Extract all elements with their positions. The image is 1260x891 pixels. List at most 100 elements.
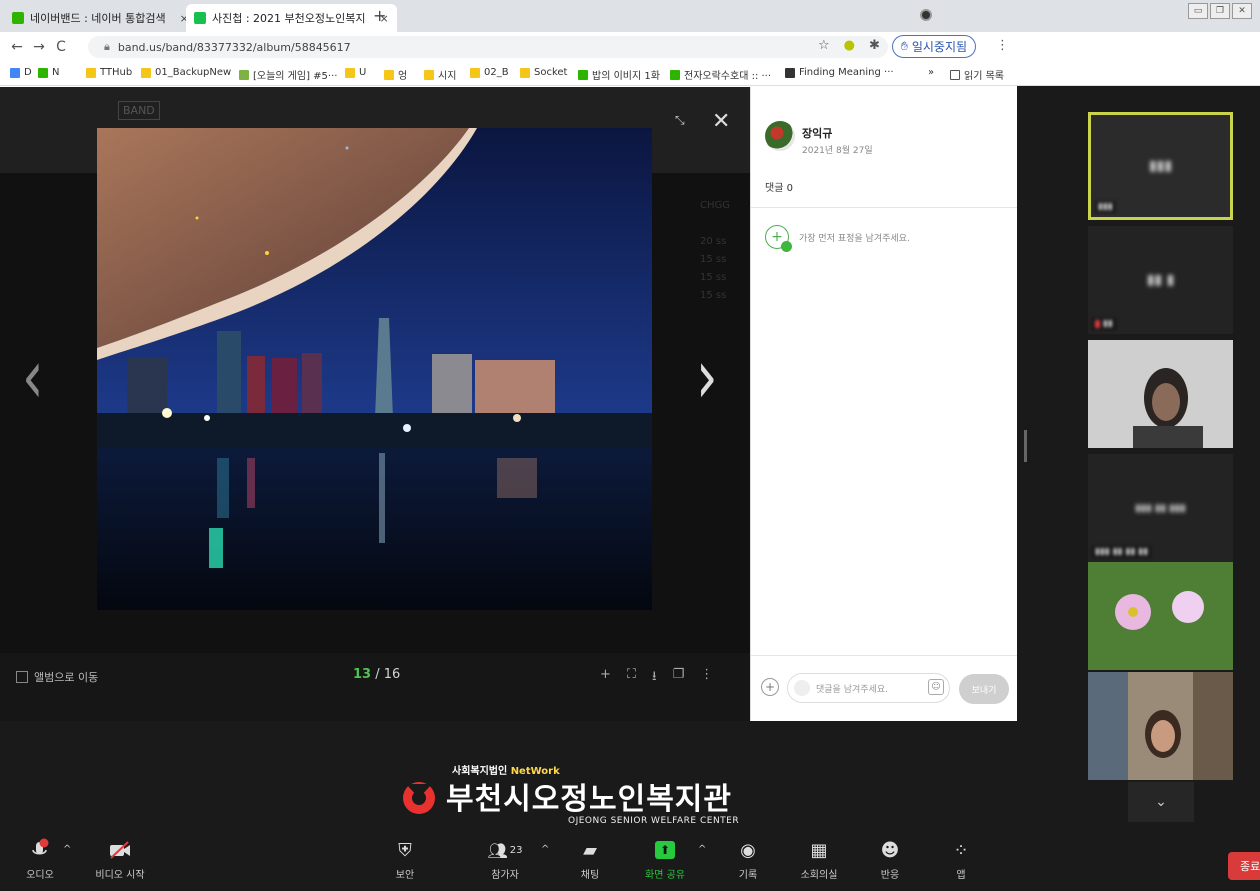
participant-name: ▮▮▮ ▮▮ ▮▮ ▮▮ xyxy=(1092,546,1152,558)
close-viewer-icon[interactable]: ✕ xyxy=(712,109,730,134)
bookmark-label: Socket xyxy=(534,67,568,78)
author-avatar[interactable] xyxy=(765,121,795,151)
attach-plus-icon[interactable]: + xyxy=(761,678,779,696)
video-label: 비디오 시작 xyxy=(95,870,145,881)
folder-icon xyxy=(345,67,355,78)
bookmark-item[interactable]: TTHub xyxy=(86,67,132,78)
participant-tile-active[interactable]: ▮▮▮ ▮▮▮ xyxy=(1088,112,1233,220)
bookmark-star-icon[interactable]: ☆ xyxy=(818,38,830,53)
url-text: band.us/band/83377332/album/58845617 xyxy=(117,40,351,54)
bookmark-item[interactable]: 시지 xyxy=(424,67,456,82)
participant-tile-video[interactable] xyxy=(1088,562,1233,670)
previous-photo-icon[interactable]: ‹ xyxy=(22,332,44,420)
video-button[interactable]: 비디오 시작 xyxy=(85,836,155,881)
participant-name: ▮▮ xyxy=(1092,318,1116,330)
zoom-in-icon[interactable]: + xyxy=(600,667,611,689)
apps-label: 앱 xyxy=(956,870,966,881)
bookmark-item[interactable]: U xyxy=(345,67,366,78)
share-screen-button[interactable]: ⬆ 화면 공유 xyxy=(630,836,700,881)
bookmark-item[interactable]: 01_BackupNew xyxy=(141,67,231,78)
next-photo-icon[interactable]: › xyxy=(696,332,718,420)
band-logo: BAND xyxy=(118,101,160,120)
participant-tile-video[interactable] xyxy=(1088,340,1233,448)
address-bar[interactable]: 🔒︎ band.us/band/83377332/album/58845617 xyxy=(88,36,888,58)
puzzle-icon[interactable]: ✱ xyxy=(869,38,880,53)
new-tab-button[interactable]: + xyxy=(373,6,386,25)
menu-kebab-icon[interactable]: ⋮ xyxy=(996,38,1009,53)
reading-list-label: 읽기 목록 xyxy=(964,71,1004,82)
bookmarks-more[interactable]: » xyxy=(928,67,934,78)
record-icon: ◉ xyxy=(740,839,756,861)
participants-label: 참가자 xyxy=(491,870,519,881)
folder-icon xyxy=(141,67,151,78)
bookmark-item[interactable]: 02_B xyxy=(470,67,509,78)
bookmark-item[interactable]: N xyxy=(38,67,59,78)
scroll-down-icon[interactable]: ⌄ xyxy=(1128,782,1194,822)
post-date: 2021년 8월 27일 xyxy=(802,146,873,156)
counter-separator: / xyxy=(371,667,384,682)
end-meeting-button[interactable]: 종료 xyxy=(1228,852,1260,880)
reading-list-icon xyxy=(950,69,960,80)
folder-icon xyxy=(520,67,530,78)
bookmark-label: N xyxy=(52,67,60,78)
tab-band-album[interactable]: 사진첩 : 2021 부천오정노인복지 × xyxy=(186,4,397,32)
reactions-button[interactable]: ☻ 반응 xyxy=(855,836,925,882)
participants-caret-icon[interactable]: ^ xyxy=(541,844,549,855)
record-button[interactable]: ◉ 기록 xyxy=(713,836,783,882)
bookmark-item[interactable]: [오늘의 게임] #5··· xyxy=(239,67,337,82)
current-index: 13 xyxy=(353,667,372,682)
audio-button[interactable]: 오디오 xyxy=(5,836,75,881)
back-icon[interactable]: ← xyxy=(6,39,28,55)
nyt-icon xyxy=(785,67,795,78)
chat-button[interactable]: ▰ 채팅 xyxy=(555,836,625,882)
tab-naver-search[interactable]: 네이버밴드 : 네이버 통합검색 × xyxy=(4,4,197,32)
author-name[interactable]: 장익규 xyxy=(802,125,832,141)
comment-placeholder: 댓글을 남겨주세요. xyxy=(816,684,888,695)
band-favicon xyxy=(194,12,206,24)
send-button[interactable]: 보내기 xyxy=(959,674,1009,704)
bookmark-label: TTHub xyxy=(100,67,133,78)
audio-caret-icon[interactable]: ^ xyxy=(63,844,71,855)
logo-mark-icon xyxy=(403,782,435,814)
bookmark-item[interactable]: 전자오락수호대 :: ··· xyxy=(670,67,771,82)
reading-list[interactable]: 읽기 목록 xyxy=(950,67,1004,82)
forward-icon[interactable]: → xyxy=(28,39,50,55)
participant-tile[interactable]: ▮▮ ▮ ▮▮ xyxy=(1088,226,1233,334)
tab-bar: 네이버밴드 : 네이버 통합검색 × 사진첩 : 2021 부천오정노인복지 ×… xyxy=(0,0,1260,32)
participants-button[interactable]: 👥︎ 23 참가자 xyxy=(470,836,540,882)
participant-video xyxy=(1088,340,1233,448)
bookmark-item[interactable]: 엉 xyxy=(384,67,407,82)
share-icon: ⬆ xyxy=(655,836,675,864)
comment-bar: + 댓글을 남겨주세요. ☺ 보내기 xyxy=(751,655,1017,721)
breakout-rooms-button[interactable]: ▦ 소회의실 xyxy=(784,836,854,882)
go-to-album-link[interactable]: 앨범으로 이동 xyxy=(16,669,98,685)
reload-icon[interactable]: C xyxy=(50,39,72,55)
panel-splitter[interactable] xyxy=(1024,430,1027,462)
bookmark-item[interactable]: D xyxy=(10,67,32,78)
participant-tile[interactable]: ▮▮▮ ▮▮ ▮▮▮ ▮▮▮ ▮▮ ▮▮ ▮▮ xyxy=(1088,454,1233,562)
participants-count: 23 xyxy=(509,844,523,856)
profile-paused-button[interactable]: ✋︎ 일시중지됨 xyxy=(892,35,977,58)
apps-button[interactable]: ⁘ 앱 xyxy=(926,836,996,882)
viewer-bottom-bar: 앨범으로 이동 13 / 16 + ⛶ ⭳ ❐ ⋮ xyxy=(0,653,750,721)
shield-icon: ⛨ xyxy=(398,839,412,861)
comment-input[interactable]: 댓글을 남겨주세요. xyxy=(787,673,950,703)
fullscreen-icon[interactable]: ⤡ xyxy=(675,113,685,128)
more-icon[interactable]: ⋮ xyxy=(700,667,713,689)
bookmark-item[interactable]: Finding Meaning ··· xyxy=(785,67,894,78)
bookmark-label: Finding Meaning ··· xyxy=(799,67,894,78)
tab-label: 네이버밴드 : 네이버 통합검색 xyxy=(30,12,166,25)
bookmark-item[interactable]: 밥의 이비지 1화 xyxy=(578,67,660,82)
emoji-icon[interactable]: ☺ xyxy=(928,679,944,695)
participant-tile-video[interactable] xyxy=(1088,672,1233,780)
add-reaction-icon[interactable]: + xyxy=(765,225,792,252)
download-icon[interactable]: ⭳ xyxy=(652,667,657,689)
total-count: 16 xyxy=(383,667,401,682)
reaction-row[interactable]: + 가장 먼저 표정을 남겨주세요. xyxy=(765,225,910,252)
share-caret-icon[interactable]: ^ xyxy=(698,844,706,855)
fit-icon[interactable]: ⛶ xyxy=(627,667,636,689)
copy-icon[interactable]: ❐ xyxy=(673,667,685,689)
security-button[interactable]: ⛨ 보안 xyxy=(370,836,440,882)
bookmark-item[interactable]: Socket xyxy=(520,67,567,78)
extension-icon[interactable]: ● xyxy=(844,38,855,53)
